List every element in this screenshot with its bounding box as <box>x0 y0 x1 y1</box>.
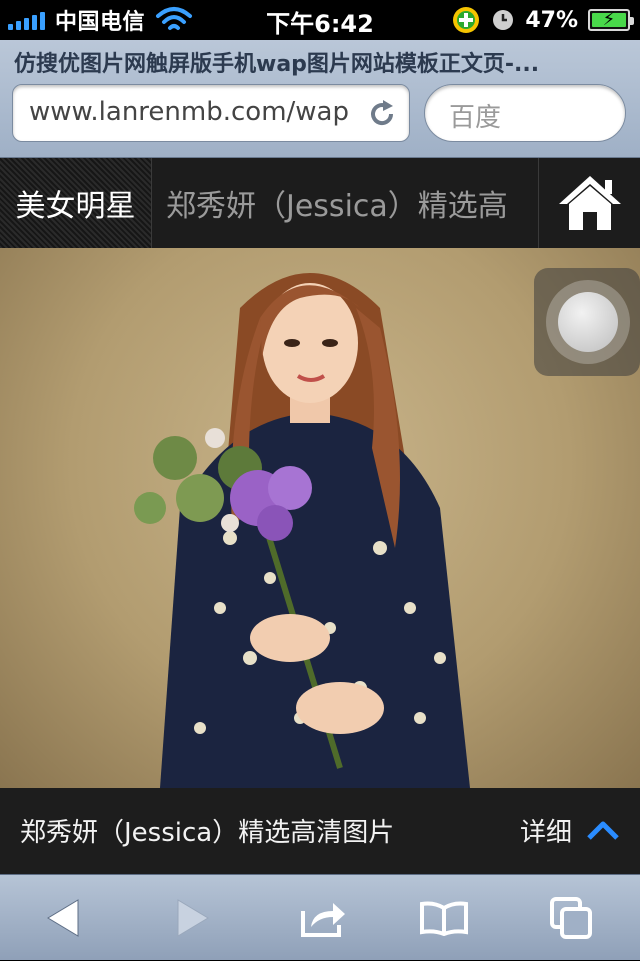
page-title: 仿搜优图片网触屏版手机wap图片网站模板正文页-... <box>14 52 540 77</box>
alarm-clock-icon <box>493 10 514 30</box>
site-nav-bar: 美女明星 郑秀妍（Jessica）精选高 <box>0 158 640 248</box>
browser-address-bar: 仿搜优图片网触屏版手机wap图片网站模板正文页-... www.lanrenmb… <box>0 40 640 158</box>
tabs-icon <box>550 897 592 939</box>
url-text: www.lanrenmb.com/wap <box>29 97 349 127</box>
chevron-up-icon <box>587 821 619 840</box>
back-button[interactable] <box>14 875 114 961</box>
bookmarks-icon <box>420 901 468 936</box>
share-icon <box>301 903 345 937</box>
battery-icon: ⚡ <box>588 9 634 31</box>
photo-caption: 郑秀妍（Jessica）精选高清图片 <box>20 818 395 848</box>
forward-button[interactable] <box>142 875 242 961</box>
home-icon <box>558 176 621 230</box>
status-right: 47% ⚡ <box>451 6 634 34</box>
assistive-touch-knob <box>558 292 618 352</box>
reload-icon[interactable] <box>365 97 399 131</box>
detail-label: 详细 <box>519 817 572 848</box>
detail-toggle[interactable]: 详细 <box>520 808 620 852</box>
forward-icon <box>177 899 209 937</box>
url-field[interactable]: www.lanrenmb.com/wap <box>12 84 410 142</box>
nav-category-link[interactable]: 美女明星 <box>0 158 152 248</box>
bookmarks-button[interactable] <box>394 875 494 961</box>
back-icon <box>47 899 79 937</box>
home-button[interactable] <box>538 158 640 248</box>
nav-article-title: 郑秀妍（Jessica）精选高 <box>166 189 508 224</box>
status-bar: 中国电信 下午6:42 47% ⚡ <box>0 0 640 40</box>
share-button[interactable] <box>274 875 374 961</box>
security-app-icon <box>453 7 480 33</box>
tabs-button[interactable] <box>522 875 622 961</box>
search-placeholder: 百度 <box>449 103 502 133</box>
assistive-touch-button[interactable] <box>534 268 640 376</box>
search-input[interactable]: 百度 <box>424 84 626 142</box>
battery-percent: 47% <box>525 7 578 33</box>
caption-bar: 郑秀妍（Jessica）精选高清图片 详细 <box>0 788 640 874</box>
browser-toolbar <box>0 874 640 960</box>
